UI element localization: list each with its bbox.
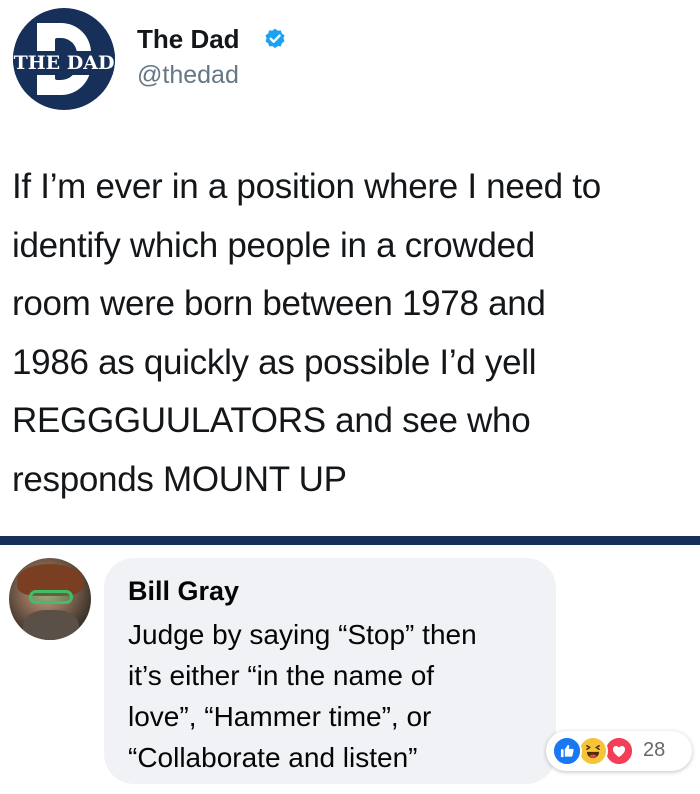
- commenter-avatar[interactable]: [9, 558, 91, 640]
- comment-text-line: “Collaborate and listen”: [128, 742, 418, 773]
- tweet-text-line: responds MOUNT UP: [12, 459, 347, 499]
- avatar-goggles: [29, 590, 73, 604]
- comment-text-line: it’s either “in the name of: [128, 660, 435, 691]
- the-dad-logo-avatar[interactable]: THE DAD: [13, 8, 115, 110]
- verified-badge-icon: [265, 28, 285, 49]
- display-name[interactable]: The Dad: [137, 24, 240, 55]
- comment-text-line: Judge by saying “Stop” then: [128, 619, 477, 650]
- tweet-text-line: room were born between 1978 and: [12, 284, 546, 323]
- tweet-card: THE DAD The Dad @thedad If I’m ever in a…: [0, 0, 700, 538]
- commenter-name[interactable]: Bill Gray: [128, 576, 239, 607]
- tweet-text: If I’m ever in a position where I need t…: [12, 158, 698, 509]
- tweet-text-line: 1986 as quickly as possible I’d yell: [12, 342, 537, 382]
- comment-text: Judge by saying “Stop” then it’s either …: [128, 614, 548, 778]
- logo-text: THE DAD: [13, 51, 115, 75]
- haha-icon: [578, 736, 608, 766]
- reaction-count: 28: [643, 739, 666, 761]
- comment-bubble: Bill Gray Judge by saying “Stop” then it…: [104, 558, 556, 784]
- avatar-body: [23, 610, 79, 640]
- love-icon: [604, 736, 634, 766]
- tweet-text-line: REGGGUULATORS and see who: [12, 401, 531, 440]
- tweet-text-line: If I’m ever in a position where I need t…: [12, 167, 601, 206]
- like-icon: [552, 736, 582, 766]
- reactions-summary[interactable]: 28: [546, 731, 692, 771]
- user-handle[interactable]: @thedad: [137, 61, 239, 90]
- comment-text-line: love”, “Hammer time”, or: [128, 701, 432, 732]
- section-divider: [0, 536, 700, 545]
- tweet-text-line: identify which people in a crowded: [12, 225, 535, 265]
